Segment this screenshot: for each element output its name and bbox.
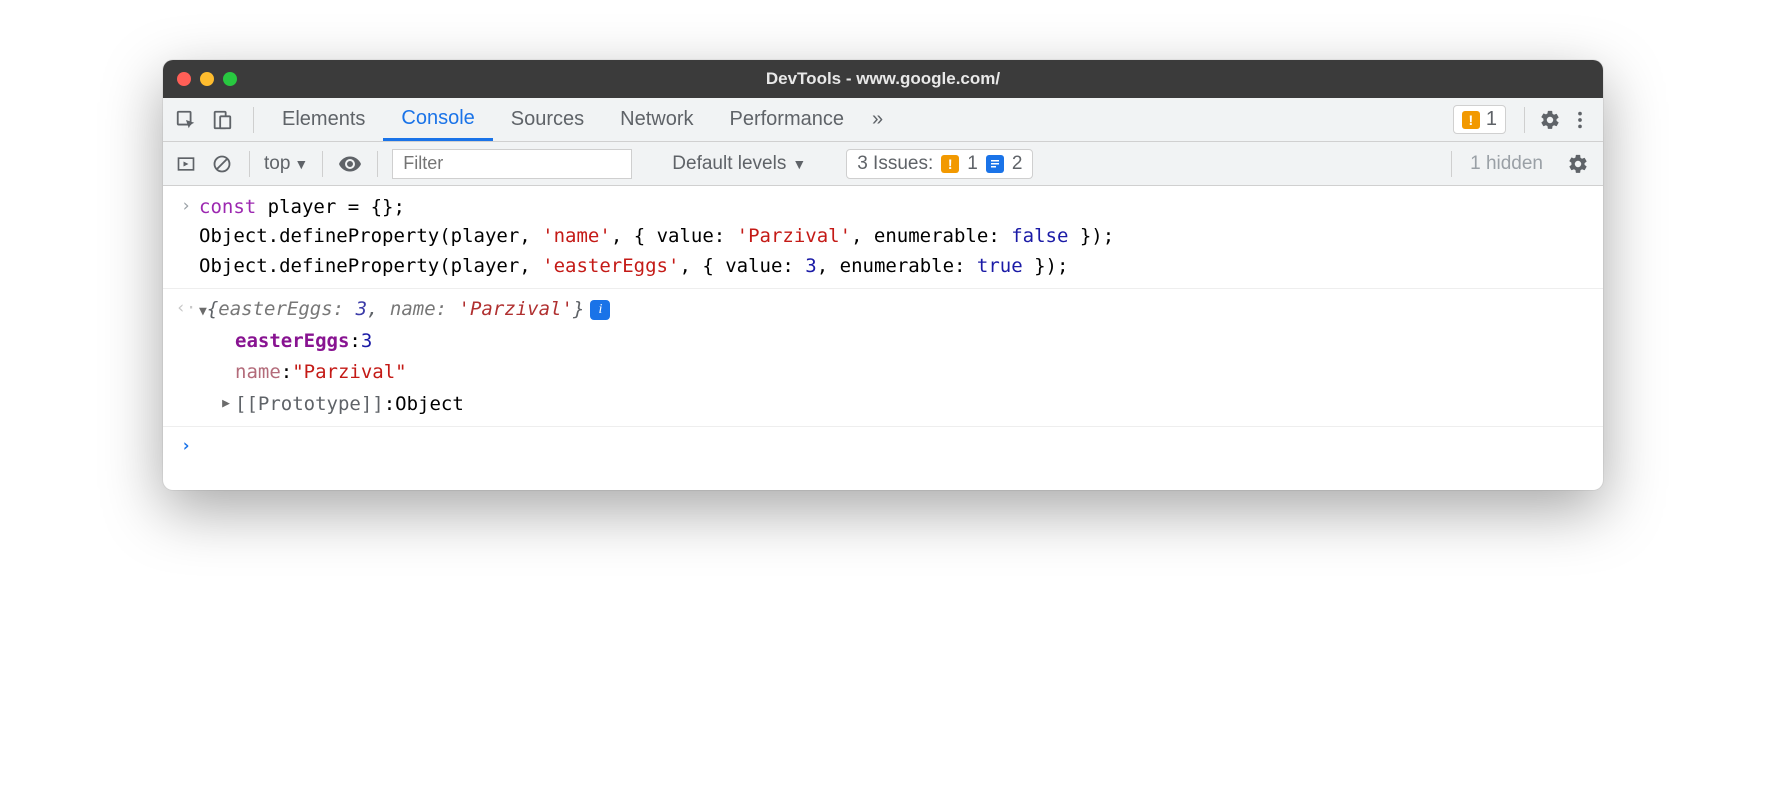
object-property[interactable]: name: "Parzival" [217,357,1603,388]
more-menu-icon[interactable] [1565,109,1595,131]
inspect-element-icon[interactable] [171,105,201,135]
issues-badge[interactable]: ! 1 [1453,105,1506,134]
console-settings-icon[interactable] [1563,153,1593,175]
clear-console-icon[interactable] [209,151,235,177]
tab-performance[interactable]: Performance [712,98,863,141]
console-prompt-row[interactable]: › [163,426,1603,460]
chevron-down-icon: ▼ [792,156,806,172]
titlebar: DevTools - www.google.com/ [163,60,1603,98]
zoom-window-button[interactable] [223,72,237,86]
chevron-down-icon: ▼ [294,156,308,172]
console-input[interactable] [199,433,1591,459]
input-prompt-icon: › [173,433,199,459]
devtools-window: DevTools - www.google.com/ Elements Cons… [163,60,1603,490]
minimize-window-button[interactable] [200,72,214,86]
info-badge-icon[interactable]: i [590,300,610,320]
tab-console[interactable]: Console [383,98,492,141]
separator [322,151,323,177]
tab-elements[interactable]: Elements [264,98,383,141]
object-tree: easterEggs: 3 name: "Parzival" ▶ [[Proto… [163,326,1603,420]
info-icon [986,155,1004,173]
device-toolbar-icon[interactable] [207,105,237,135]
warning-icon: ! [941,155,959,173]
tab-sources[interactable]: Sources [493,98,602,141]
window-controls [177,72,237,86]
issues-summary[interactable]: 3 Issues: ! 1 2 [846,149,1033,179]
panel-tabbar: Elements Console Sources Network Perform… [163,98,1603,142]
separator [1451,151,1452,177]
issues-badge-count: 1 [1486,108,1497,131]
settings-icon[interactable] [1535,109,1565,131]
window-title: DevTools - www.google.com/ [163,69,1603,89]
object-preview[interactable]: ▼{easterEggs: 3, name: 'Parzival'}i [199,295,1591,324]
tabs-overflow-button[interactable]: » [862,98,893,141]
log-levels-selector[interactable]: Default levels ▼ [672,153,806,175]
live-expression-icon[interactable] [337,151,363,177]
tab-network[interactable]: Network [602,98,711,141]
console-input-row: › const player = {}; Object.defineProper… [163,192,1603,282]
console-toolbar: top ▼ Default levels ▼ 3 Issues: ! 1 2 1… [163,142,1603,186]
console-result-row: ‹· ▼{easterEggs: 3, name: 'Parzival'}i [163,288,1603,325]
console-body: › const player = {}; Object.defineProper… [163,186,1603,490]
console-code[interactable]: const player = {}; Object.defineProperty… [199,193,1591,281]
object-prototype[interactable]: ▶ [[Prototype]]: Object [217,389,1603,420]
close-window-button[interactable] [177,72,191,86]
object-property[interactable]: easterEggs: 3 [217,326,1603,357]
separator [253,107,254,133]
issues-warn-count: 1 [967,153,978,175]
toggle-sidebar-icon[interactable] [173,151,199,177]
issues-label: 3 Issues: [857,153,933,175]
issues-info-count: 2 [1012,153,1023,175]
separator [377,151,378,177]
context-label: top [264,153,290,175]
separator [1524,107,1525,133]
levels-label: Default levels [672,153,786,175]
disclosure-triangle-icon[interactable]: ▶ [217,394,235,414]
filter-input[interactable] [392,149,632,179]
input-prompt-icon: › [173,193,199,281]
output-marker-icon: ‹· [173,295,199,324]
separator [249,151,250,177]
warning-icon: ! [1462,111,1480,129]
disclosure-triangle-icon[interactable]: ▼ [199,304,207,319]
hidden-messages-label[interactable]: 1 hidden [1470,153,1543,175]
context-selector[interactable]: top ▼ [264,153,308,175]
